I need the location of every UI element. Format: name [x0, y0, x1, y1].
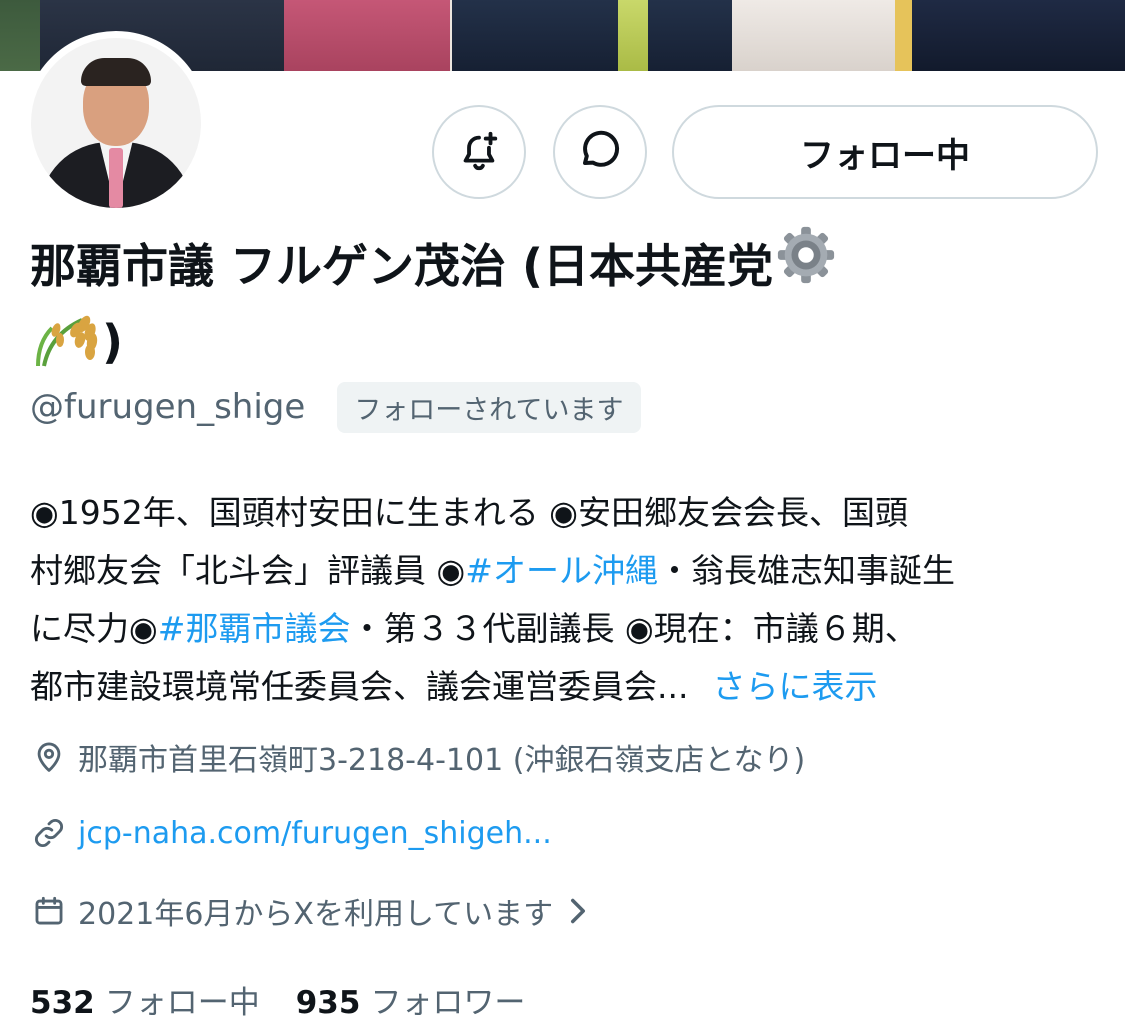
handle-row: @furugen_shige フォローされています [30, 381, 641, 433]
profile-bio: ◉1952年、国頭村安田に生まれる ◉安田郷友会会長、国頭 村郷友会「北斗会」評… [30, 484, 1100, 716]
chevron-right-icon [567, 897, 589, 925]
location-row: 那覇市首里石嶺町3-218-4-101 (沖銀石嶺支店となり) [30, 735, 805, 779]
chat-bubble-icon [583, 130, 620, 167]
follow-stats: 532 フォロー中 935 フォロワー [30, 975, 525, 1023]
link-icon [30, 814, 68, 852]
bio-line: に尽力◉#那覇市議会・第３３代副議長 ◉現在：市議６期、 [30, 609, 918, 648]
bio-line: 村郷友会「北斗会」評議員 ◉#オール沖縄・翁長雄志知事誕生 [30, 551, 955, 590]
display-name: 那覇市議 フルゲン茂治 (日本共産党 ) [30, 224, 1090, 380]
website-link[interactable]: jcp-naha.com/furugen_shigeh... [78, 816, 552, 851]
hashtag-all-okinawa-link[interactable]: #オール沖縄 [465, 551, 658, 590]
calendar-icon [30, 892, 68, 930]
following-button[interactable]: フォロー中 [672, 105, 1098, 199]
user-handle: @furugen_shige [30, 387, 306, 427]
joined-row[interactable]: 2021年6月からXを利用しています [30, 889, 589, 933]
follows-you-badge: フォローされています [337, 381, 641, 433]
following-count: 532 [30, 984, 95, 1021]
profile-page: フォロー中 那覇市議 フルゲン茂治 (日本共産党) @furugen_shig… [0, 0, 1125, 1033]
hashtag-naha-city-council-link[interactable]: #那覇市議会 [158, 609, 351, 648]
rice-plant-emoji-icon [36, 315, 98, 367]
message-button[interactable] [553, 105, 647, 199]
joined-date-text: 2021年6月からXを利用しています [78, 897, 554, 932]
notification-button[interactable] [432, 105, 526, 199]
location-text: 那覇市首里石嶺町3-218-4-101 (沖銀石嶺支店となり) [78, 743, 806, 778]
followers-label: フォロワー [370, 984, 526, 1021]
display-name-end: ) [102, 315, 124, 369]
location-pin-icon [30, 738, 68, 776]
followers-count: 935 [295, 984, 361, 1021]
show-more-link[interactable]: さらに表示 [712, 667, 877, 706]
avatar[interactable] [24, 31, 208, 215]
website-row: jcp-naha.com/furugen_shigeh... [30, 811, 552, 855]
gear-emoji-icon [777, 226, 835, 284]
bell-plus-icon [463, 131, 498, 171]
followers-stat[interactable]: 935 フォロワー [296, 977, 526, 1022]
bio-line: 都市建設環境常任委員会、議会運営委員会... さらに表示 [30, 667, 878, 706]
following-stat[interactable]: 532 フォロー中 [30, 977, 260, 1022]
bio-line: ◉1952年、国頭村安田に生まれる ◉安田郷友会会長、国頭 [30, 493, 909, 532]
display-name-text: 那覇市議 フルゲン茂治 (日本共産党 [30, 239, 774, 293]
following-label: フォロー中 [104, 984, 260, 1021]
